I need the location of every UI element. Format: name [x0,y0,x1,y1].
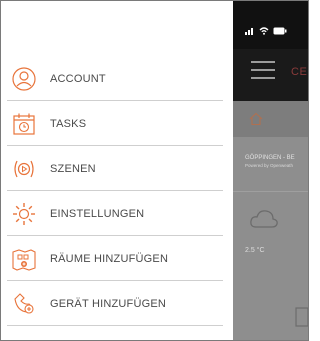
navigation-drawer: ACCOUNT TASKS SZENEN EINSTELLUNGEN RÄUME… [1,1,233,340]
drawer-menu: ACCOUNT TASKS SZENEN EINSTELLUNGEN RÄUME… [1,56,233,326]
menu-item-raeume-hinzufuegen[interactable]: RÄUME HINZUFÜGEN [1,236,233,281]
add-room-icon [11,246,37,272]
main-app-overlay[interactable]: CEN GÖPPINGEN - BE Powered by Openweath … [233,1,308,340]
signal-icon [245,28,253,35]
user-icon [11,66,37,92]
menu-item-label: SZENEN [50,162,96,175]
app-top-bar: CEN [233,49,308,101]
app-tab-bar [233,101,308,137]
brand-logo-text: CEN [291,66,308,78]
gear-icon [11,201,37,227]
menu-item-tasks[interactable]: TASKS [1,101,233,146]
menu-item-label: ACCOUNT [50,72,106,85]
temperature-value: 2.5 °C [245,247,265,254]
menu-item-geraet-hinzufuegen[interactable]: GERÄT HINZUFÜGEN [1,281,233,326]
menu-item-label: GERÄT HINZUFÜGEN [50,297,167,310]
menu-item-account[interactable]: ACCOUNT [1,56,233,101]
menu-item-einstellungen[interactable]: EINSTELLUNGEN [1,191,233,236]
wifi-icon [259,27,269,35]
cloud-icon [250,210,278,228]
hamburger-menu-icon[interactable] [251,61,275,79]
menu-item-label: TASKS [50,117,87,130]
add-device-icon [11,291,37,317]
menu-item-label: RÄUME HINZUFÜGEN [50,252,169,265]
menu-item-label: EINSTELLUNGEN [50,207,145,220]
calendar-clock-icon [11,111,37,137]
weather-location: GÖPPINGEN - BE [245,155,295,161]
screen-frame: CEN GÖPPINGEN - BE Powered by Openweath … [0,0,309,341]
home-icon[interactable] [249,112,263,126]
divider [233,191,308,192]
room-icon [295,307,308,327]
status-bar [233,1,308,49]
battery-icon [273,27,287,35]
scenes-play-icon [11,156,37,182]
menu-item-szenen[interactable]: SZENEN [1,146,233,191]
weather-powered-by: Powered by Openweath [245,163,294,168]
